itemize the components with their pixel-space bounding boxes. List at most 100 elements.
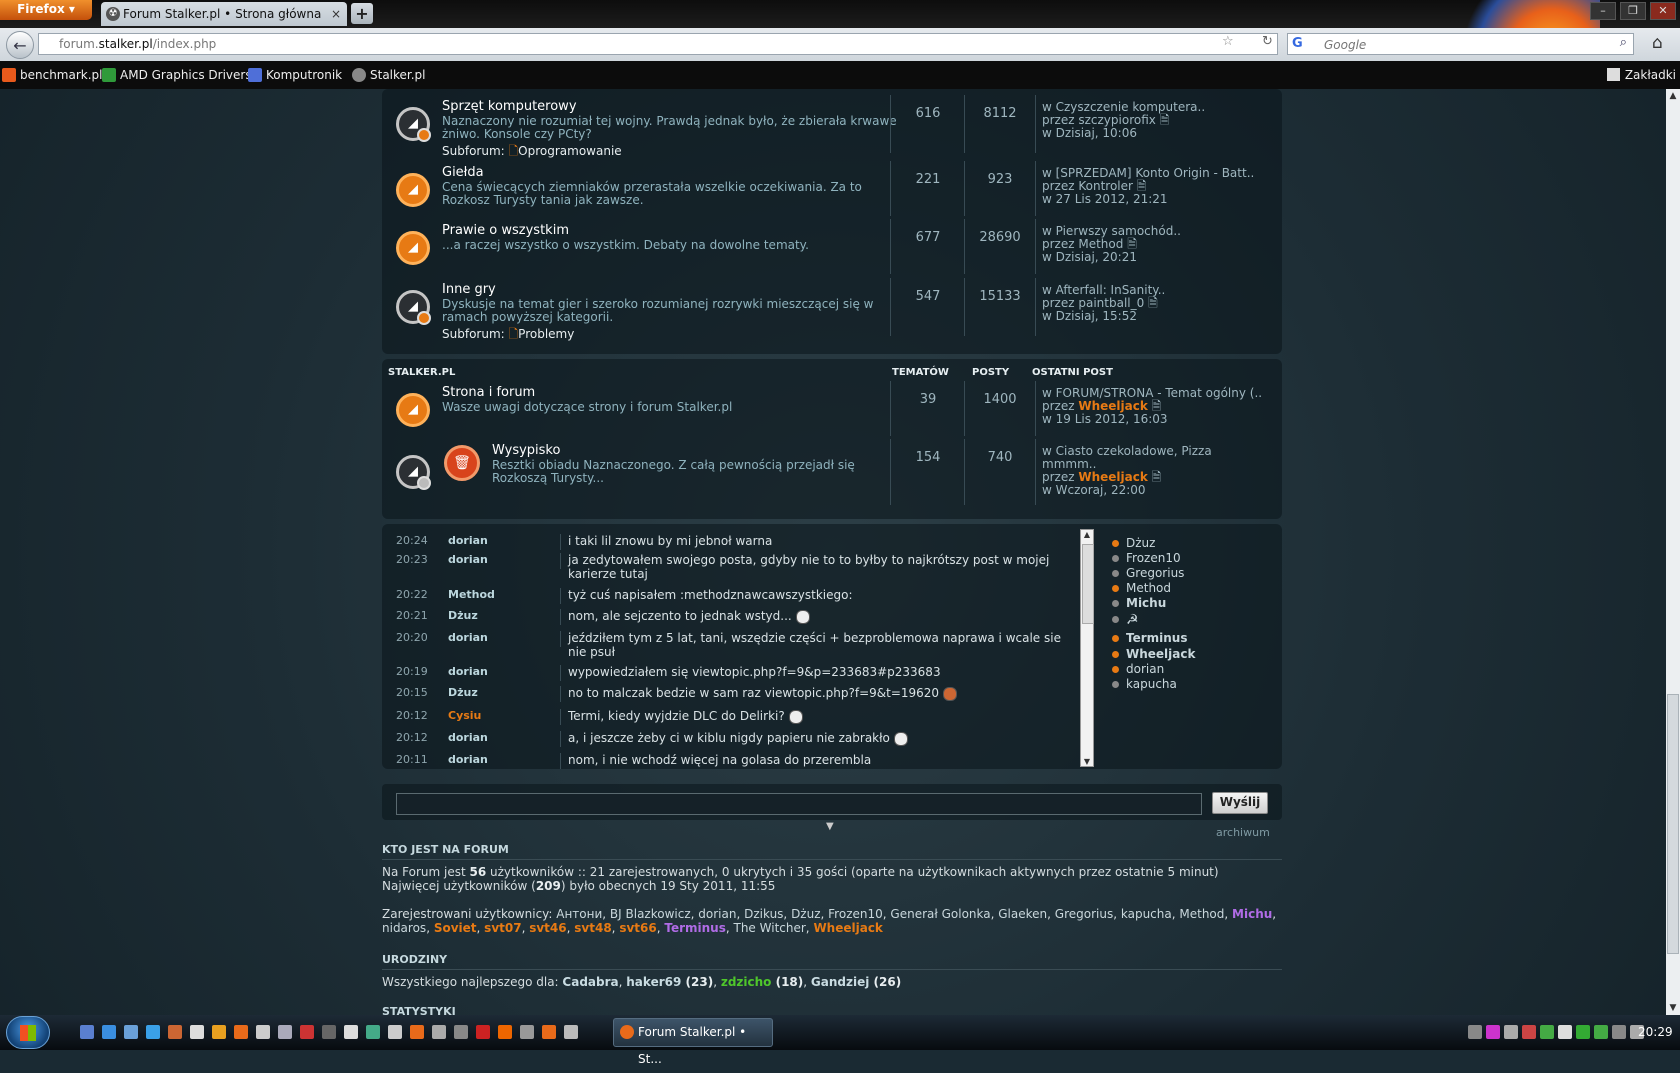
registered-user-link[interactable]: nidaros xyxy=(382,921,426,935)
online-user[interactable]: kapucha xyxy=(1112,677,1177,691)
birthday-user[interactable]: haker69 xyxy=(626,975,681,989)
shout-messages[interactable]: 20:24 dorian i taki lil znowu by mi jebnoł… xyxy=(396,534,1096,769)
tray-icon[interactable] xyxy=(1612,1025,1626,1039)
quick-launch-icon[interactable] xyxy=(410,1025,424,1039)
registered-user-link[interactable]: Method xyxy=(1179,907,1224,921)
bookmark-star-icon[interactable]: ☆ xyxy=(1222,34,1234,49)
taskbar-firefox-window[interactable]: Forum Stalker.pl • St... xyxy=(613,1018,773,1066)
shout-user[interactable]: Dżuz xyxy=(448,609,478,622)
quick-launch-icon[interactable] xyxy=(212,1025,226,1039)
shout-user[interactable]: Dżuz xyxy=(448,686,478,699)
quick-launch-icon[interactable] xyxy=(146,1025,160,1039)
quick-launch-icon[interactable] xyxy=(542,1025,556,1039)
shout-user[interactable]: dorian xyxy=(448,665,488,678)
shout-scroll-thumb[interactable] xyxy=(1082,544,1094,624)
category-title[interactable]: STALKER.PL xyxy=(388,367,455,378)
birthday-user[interactable]: Cadabra xyxy=(562,975,618,989)
forum-title[interactable]: Giełda xyxy=(442,165,484,180)
minimize-button[interactable]: – xyxy=(1590,2,1616,20)
online-user[interactable]: Frozen10 xyxy=(1112,551,1181,565)
registered-user-link[interactable]: Michu xyxy=(1232,907,1272,921)
quick-launch-icon[interactable] xyxy=(300,1025,314,1039)
online-user[interactable]: Method xyxy=(1112,581,1171,595)
registered-user-link[interactable]: Wheeljack xyxy=(813,921,882,935)
birthday-user[interactable]: Gandziej xyxy=(811,975,869,989)
quick-launch-icon[interactable] xyxy=(564,1025,578,1039)
online-user[interactable]: Dżuz xyxy=(1112,536,1155,550)
quick-launch-icon[interactable] xyxy=(498,1025,512,1039)
last-post-author[interactable]: paintball_0 xyxy=(1078,296,1144,310)
registered-user-link[interactable]: svt66 xyxy=(619,921,656,935)
registered-user-link[interactable]: BJ Blazkowicz xyxy=(610,907,691,921)
bookmark-amd-drivers[interactable]: AMD Graphics Drivers xyxy=(100,61,252,89)
close-window-button[interactable]: ✕ xyxy=(1650,2,1676,20)
registered-user-link[interactable]: Glaeken xyxy=(998,907,1047,921)
shout-user[interactable]: Method xyxy=(448,588,495,601)
online-user[interactable]: ☭ xyxy=(1112,612,1139,628)
shout-input[interactable] xyxy=(396,793,1202,815)
last-post-topic[interactable]: w Ciasto czekoladowe, Pizza mmmm.. xyxy=(1042,445,1267,471)
back-button[interactable]: ← xyxy=(6,31,34,59)
expand-arrow-icon[interactable]: ▼ xyxy=(826,821,834,832)
shout-user[interactable]: dorian xyxy=(448,753,488,766)
maximize-button[interactable]: ❐ xyxy=(1620,2,1646,20)
forum-title[interactable]: Prawie o wszystkim xyxy=(442,223,569,238)
bookmark-komputronik[interactable]: Komputronik xyxy=(246,61,342,89)
reload-icon[interactable]: ↻ xyxy=(1262,34,1273,49)
last-post-author[interactable]: Kontroler xyxy=(1078,179,1133,193)
forum-row[interactable]: ◢ Sprzęt komputerowy Naznaczony nie rozu… xyxy=(382,95,1282,158)
forum-title[interactable]: Inne gry xyxy=(442,282,496,297)
clock[interactable]: 20:29 xyxy=(1638,1015,1673,1050)
tray-icon[interactable] xyxy=(1558,1025,1572,1039)
forum-row[interactable]: ◢ Strona i forum Wasze uwagi dotyczące s… xyxy=(382,381,1282,436)
quick-launch-icon[interactable] xyxy=(322,1025,336,1039)
tray-icon[interactable] xyxy=(1504,1025,1518,1039)
last-post-author[interactable]: Method xyxy=(1078,237,1123,251)
quick-launch-icon[interactable] xyxy=(278,1025,292,1039)
home-icon[interactable]: ⌂ xyxy=(1652,33,1663,53)
online-user[interactable]: Wheeljack xyxy=(1112,647,1195,661)
shout-scrollbar[interactable]: ▲ ▼ xyxy=(1080,529,1094,767)
bookmark-stalker[interactable]: Stalker.pl xyxy=(350,61,426,89)
quick-launch-icon[interactable] xyxy=(344,1025,358,1039)
last-post-author[interactable]: Wheeljack xyxy=(1078,470,1147,484)
forum-row[interactable]: ◢ Giełda Cena świecących ziemniaków prze… xyxy=(382,161,1282,219)
bookmarks-menu[interactable]: Zakładki xyxy=(1605,61,1676,89)
quick-launch-icon[interactable] xyxy=(168,1025,182,1039)
forum-title[interactable]: Wysypisko xyxy=(492,443,560,458)
registered-user-link[interactable]: Антони xyxy=(556,907,602,921)
bookmark-benchmark[interactable]: benchmark.pl xyxy=(0,61,103,89)
quick-launch-icon[interactable] xyxy=(454,1025,468,1039)
url-bar[interactable]: forum.stalker.pl/index.php xyxy=(38,33,1278,55)
quick-launch-icon[interactable] xyxy=(476,1025,490,1039)
shout-user[interactable]: Cysiu xyxy=(448,709,481,722)
online-user[interactable]: Michu xyxy=(1112,596,1166,610)
registered-user-link[interactable]: kapucha xyxy=(1121,907,1172,921)
forum-row[interactable]: ◢ Inne gry Dyskusje na temat gier i szer… xyxy=(382,278,1282,341)
registered-user-link[interactable]: svt46 xyxy=(529,921,566,935)
registered-user-link[interactable]: Dżuz xyxy=(791,907,820,921)
quick-launch-icon[interactable] xyxy=(80,1025,94,1039)
tray-icon[interactable] xyxy=(1468,1025,1482,1039)
registered-user-link[interactable]: svt48 xyxy=(574,921,611,935)
view-post-icon[interactable]: 🗎 xyxy=(1127,237,1137,251)
view-post-icon[interactable]: 🗎 xyxy=(1152,470,1162,484)
registered-user-link[interactable]: The Witcher xyxy=(734,921,806,935)
search-icon[interactable]: ⌕ xyxy=(1620,35,1627,50)
quick-launch-icon[interactable] xyxy=(520,1025,534,1039)
registered-user-link[interactable]: Gregorius xyxy=(1055,907,1113,921)
quick-launch-icon[interactable] xyxy=(190,1025,204,1039)
registered-user-link[interactable]: Soviet xyxy=(434,921,477,935)
tray-icon[interactable] xyxy=(1594,1025,1608,1039)
browser-tab[interactable]: ☢ Forum Stalker.pl • Strona główna × xyxy=(101,2,347,26)
quick-launch-icon[interactable] xyxy=(234,1025,248,1039)
view-post-icon[interactable]: 🗎 xyxy=(1137,179,1147,193)
shout-user[interactable]: dorian xyxy=(448,553,488,566)
forum-row[interactable]: ◢ 🗑 Wysypisko Resztki obiadu Naznaczoneg… xyxy=(382,439,1282,511)
registered-user-link[interactable]: dorian xyxy=(698,907,736,921)
shout-user[interactable]: dorian xyxy=(448,731,488,744)
firefox-menu-button[interactable]: Firefox ▾ xyxy=(0,0,92,20)
view-post-icon[interactable]: 🗎 xyxy=(1160,113,1170,127)
forum-title[interactable]: Sprzęt komputerowy xyxy=(442,99,577,114)
online-user[interactable]: Terminus xyxy=(1112,631,1188,645)
